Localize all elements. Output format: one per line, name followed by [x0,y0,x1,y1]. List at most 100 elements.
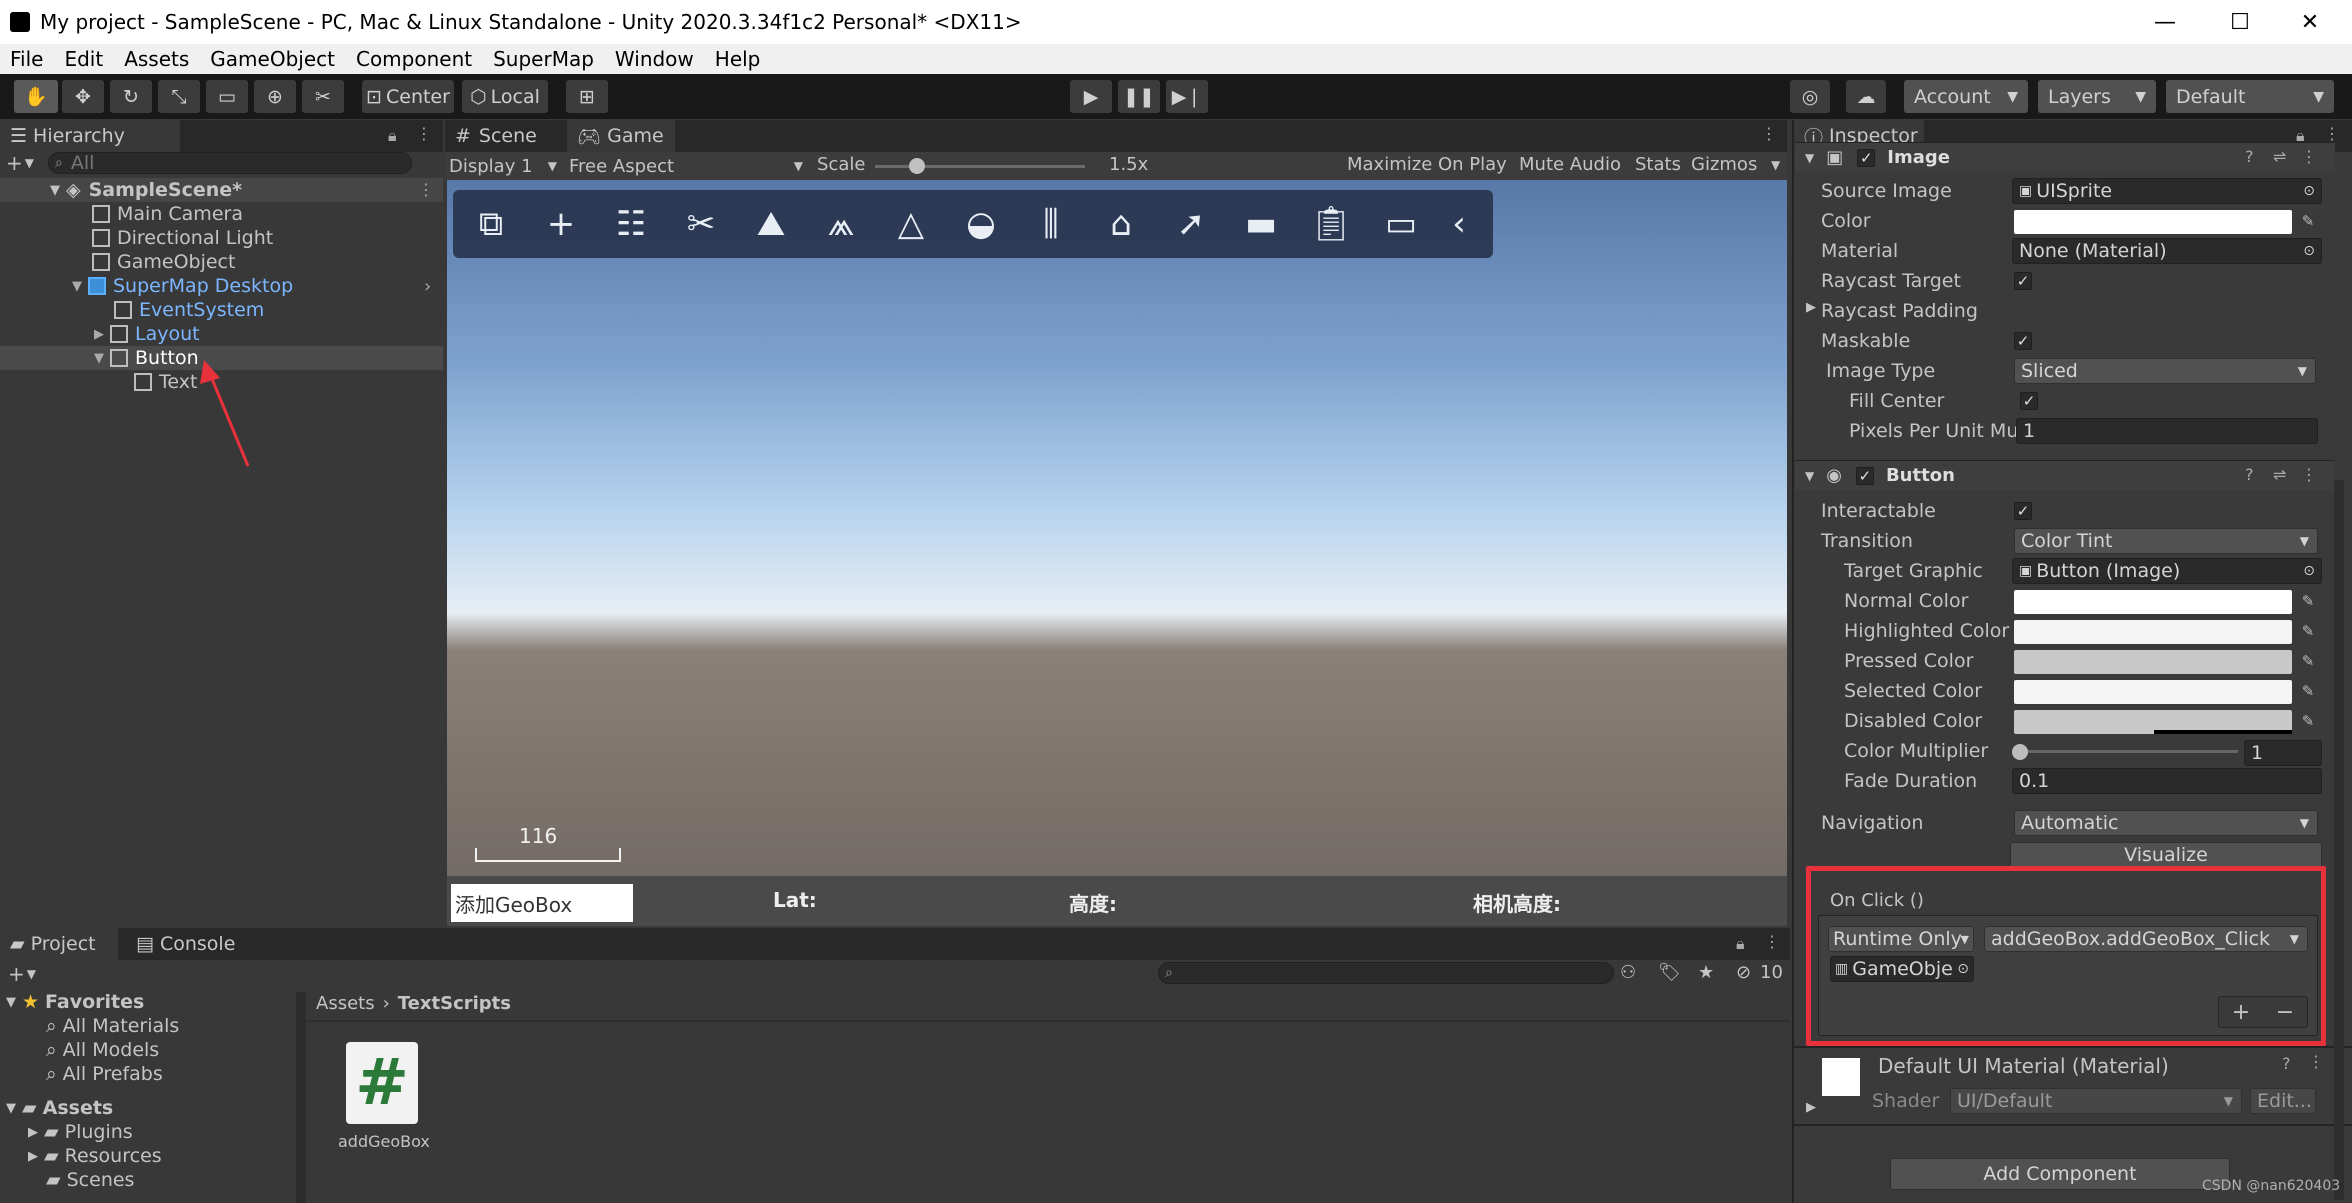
terrain-icon[interactable]: ⩕ [817,200,865,248]
help-icon[interactable]: ? [2282,1054,2291,1073]
dropdown-arrow-icon[interactable]: ▼ [25,156,34,170]
gizmos-toggle[interactable]: Gizmos [1691,154,1757,175]
fill-center-checkbox[interactable]: ✓ [2020,392,2038,410]
help-icon[interactable]: ? [2245,147,2254,166]
account-dropdown[interactable]: Account ▼ [1904,80,2028,113]
maximize-icon[interactable]: ☐ [2205,0,2275,44]
menu-window[interactable]: Window [615,47,694,71]
menu-supermap[interactable]: SuperMap [493,47,594,71]
csharp-script-icon[interactable]: # [346,1042,418,1124]
color-multiplier-field[interactable]: 1 [2244,740,2322,766]
fade-duration-field[interactable]: 0.1 [2012,768,2322,794]
hierarchy-item-text[interactable]: Text [134,370,197,394]
assets-root-item[interactable]: ▼ ▰ Assets [6,1096,113,1120]
tab-console[interactable]: ▤ Console [126,928,250,960]
eyedropper-icon[interactable]: ✎ [2298,210,2318,232]
stats-toggle[interactable]: Stats [1635,154,1681,175]
hierarchy-search-input[interactable]: ⌕ All [48,152,412,174]
hierarchy-item-supermap-desktop[interactable]: ▼ SuperMap Desktop [72,274,293,298]
menu-assets[interactable]: Assets [124,47,189,71]
kebab-menu-icon[interactable]: ⋮ [2301,147,2317,166]
scene-item[interactable]: ▼ ◈ SampleScene* [50,178,242,202]
list-icon[interactable]: ☷ [607,200,655,248]
folder-plugins[interactable]: ▶ ▰ Plugins [28,1120,133,1144]
tab-project[interactable]: ▰ Project [0,928,118,960]
object-picker-icon[interactable]: ⊙ [2303,183,2315,199]
minimize-icon[interactable]: — [2130,0,2200,44]
image-component-header[interactable]: ▼ ▣ ✓ Image ? ⇌ ⋮ [1795,142,2335,172]
button-component-header[interactable]: ▼ ◉ ✓ Button ? ⇌ ⋮ [1795,460,2335,490]
menu-gameobject[interactable]: GameObject [210,47,335,71]
color-multiplier-slider[interactable] [2020,750,2238,753]
label-tag-icon[interactable]: 🏷︎ [1658,962,1681,983]
kebab-menu-icon[interactable]: ⋮ [1761,124,1777,143]
step-icon[interactable]: ▶❘ [1166,80,1208,113]
building-icon[interactable]: ⌂ [1097,200,1145,248]
favorites-item[interactable]: ▼ ★ Favorites [6,990,144,1014]
menu-help[interactable]: Help [715,47,761,71]
inspector-scrollbar[interactable] [2334,480,2344,1200]
pressed-color-swatch[interactable] [2014,650,2292,674]
hierarchy-item-gameobject[interactable]: GameObject [92,250,235,274]
clipboard-icon[interactable]: 📋︎ [1307,200,1355,248]
collapse-chevron-icon[interactable]: ‹ [1447,200,1471,248]
kebab-menu-icon[interactable]: ⋮ [2308,1052,2324,1071]
layers-icon[interactable]: ⧉ [467,200,515,248]
eyedropper-icon[interactable]: ✎ [2298,680,2318,702]
expand-arrow-icon[interactable]: ▼ [6,995,16,1010]
script-file-name[interactable]: addGeoBox [338,1132,430,1151]
lock-icon[interactable]: 🔒︎ [1736,934,1745,954]
folder-tree-scrollbar[interactable] [296,992,306,1203]
expand-arrow-icon[interactable]: ▶ [28,1125,38,1140]
image-type-dropdown[interactable]: Sliced ▼ [2014,358,2316,384]
add-component-button[interactable]: Add Component [1890,1158,2230,1190]
hierarchy-item-main-camera[interactable]: Main Camera [92,202,243,226]
scene-kebab-icon[interactable]: ⋮ [418,180,434,199]
tab-hierarchy[interactable]: ☰ Hierarchy [0,120,180,152]
kebab-menu-icon[interactable]: ⋮ [1764,932,1780,951]
kebab-menu-icon[interactable]: ⋮ [2324,124,2340,143]
aspect-dropdown[interactable]: Free Aspect ▼ [569,152,807,180]
expand-arrow-icon[interactable]: ▼ [50,183,60,198]
layout-dropdown[interactable]: Default ▼ [2166,80,2334,113]
hidden-eye-icon[interactable]: ⊘ [1736,962,1751,983]
layers-dropdown[interactable]: Layers ▼ [2038,80,2156,113]
chevron-right-icon[interactable]: › [424,276,431,297]
breadcrumb-textscripts[interactable]: TextScripts [398,993,511,1014]
expand-arrow-icon[interactable]: ▼ [1805,469,1814,483]
hierarchy-item-layout[interactable]: ▶ Layout [94,322,200,346]
breadcrumb-assets[interactable]: Assets [316,993,375,1014]
move-tool-icon[interactable]: ✥ [62,80,104,113]
favorite-all-models[interactable]: ⌕ All Models [46,1038,159,1062]
play-icon[interactable]: ▶ [1070,80,1112,113]
expand-arrow-icon[interactable]: ▶ [94,327,104,342]
object-picker-icon[interactable]: ⊙ [2303,243,2315,259]
custom-tool-icon[interactable]: ✂ [302,80,344,113]
rotate-tool-icon[interactable]: ↻ [110,80,152,113]
source-image-field[interactable]: ▣ UISprite ⊙ [2012,178,2322,204]
raycast-padding-label[interactable]: Raycast Padding [1821,300,1978,322]
ruler-icon[interactable]: ▬ [1237,200,1285,248]
color-multiplier-knob[interactable] [2012,744,2028,760]
navigation-dropdown[interactable]: Automatic ▼ [2014,810,2318,836]
add-geobox-button[interactable]: 添加GeoBox [451,884,633,922]
dropdown-arrow-icon[interactable]: ▼ [1771,158,1780,172]
eyedropper-icon[interactable]: ✎ [2298,650,2318,672]
favorite-all-prefabs[interactable]: ⌕ All Prefabs [46,1062,163,1086]
scissors-icon[interactable]: ✂ [677,200,725,248]
pivot-local-button[interactable]: ⬡ Local [462,80,548,113]
dropdown-arrow-icon[interactable]: ▼ [27,967,36,981]
video-camera-icon[interactable]: ▭ [1377,200,1425,248]
pivot-center-button[interactable]: ⊡ Center [362,80,454,113]
visualize-button[interactable]: Visualize [2010,842,2322,868]
interactable-checkbox[interactable]: ✓ [2014,502,2032,520]
target-graphic-field[interactable]: ▣ Button (Image) ⊙ [2012,558,2322,584]
maximize-on-play-toggle[interactable]: Maximize On Play [1347,154,1507,175]
object-picker-icon[interactable]: ⊙ [2303,563,2315,579]
help-icon[interactable]: ? [2245,465,2254,484]
transition-dropdown[interactable]: Color Tint ▼ [2014,528,2318,554]
preset-icon[interactable]: ⇌ [2273,147,2286,166]
folder-resources[interactable]: ▶ ▰ Resources [28,1144,162,1168]
eyedropper-icon[interactable]: ✎ [2298,620,2318,642]
expand-arrow-icon[interactable]: ▼ [1805,151,1814,165]
